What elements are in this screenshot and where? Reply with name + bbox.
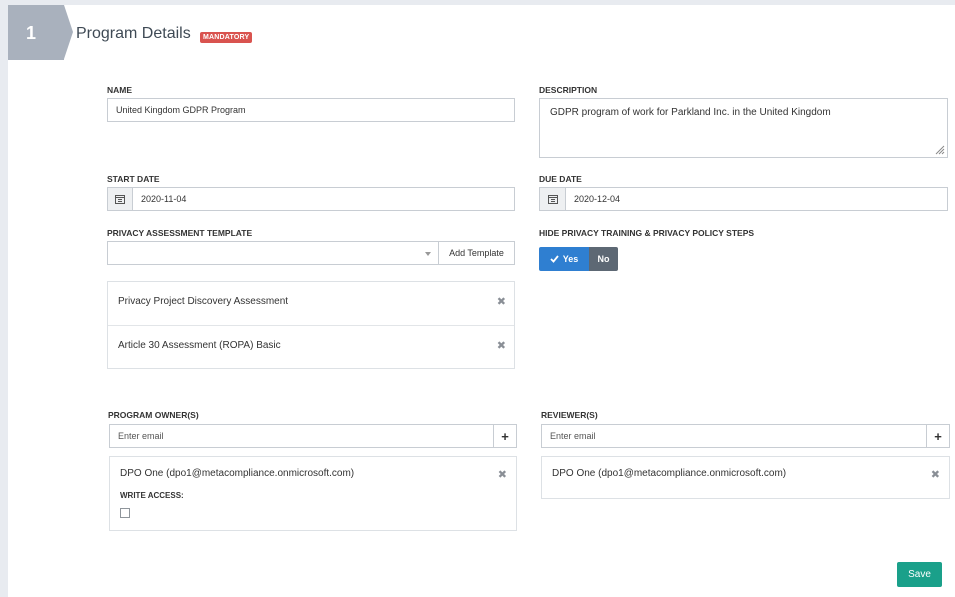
remove-icon[interactable]: ✖: [931, 468, 940, 481]
reviewer-email-input[interactable]: Enter email: [541, 424, 927, 448]
step-indicator: 1: [8, 5, 73, 60]
remove-icon[interactable]: ✖: [497, 295, 506, 308]
start-date-label: START DATE: [107, 174, 160, 184]
description-text: GDPR program of work for Parkland Inc. i…: [550, 107, 831, 118]
owner-email-input[interactable]: Enter email: [109, 424, 494, 448]
name-input[interactable]: United Kingdom GDPR Program: [107, 98, 515, 122]
list-item: Privacy Project Discovery Assessment ✖: [108, 282, 514, 326]
due-date-calendar-button[interactable]: [539, 187, 566, 211]
reviewer-card: DPO One (dpo1@metacompliance.onmicrosoft…: [541, 456, 950, 499]
remove-icon[interactable]: ✖: [497, 339, 506, 352]
toggle-yes-label: Yes: [562, 254, 579, 264]
page-title: Program Details: [76, 25, 191, 42]
program-owners-label: PROGRAM OWNER(S): [108, 410, 199, 420]
write-access-label: WRITE ACCESS:: [120, 491, 184, 500]
template-select[interactable]: [107, 241, 439, 265]
save-button[interactable]: Save: [897, 562, 942, 587]
due-date-input[interactable]: 2020-12-04: [565, 187, 948, 211]
start-date-input[interactable]: 2020-11-04: [132, 187, 515, 211]
remove-icon[interactable]: ✖: [498, 468, 507, 481]
template-list: Privacy Project Discovery Assessment ✖ A…: [107, 281, 515, 369]
chevron-down-icon: [425, 252, 431, 256]
name-label: NAME: [107, 85, 133, 95]
template-label: PRIVACY ASSESSMENT TEMPLATE: [107, 228, 253, 238]
calendar-icon: [115, 195, 125, 204]
template-item-label: Privacy Project Discovery Assessment: [118, 296, 289, 307]
description-label: DESCRIPTION: [539, 85, 598, 95]
step-number: 1: [26, 23, 37, 43]
check-icon: [550, 255, 559, 263]
add-template-button[interactable]: Add Template: [438, 241, 515, 265]
owner-name: DPO One (dpo1@metacompliance.onmicrosoft…: [120, 468, 355, 479]
resize-handle-icon[interactable]: [935, 145, 945, 155]
toggle-no-button[interactable]: No: [589, 247, 618, 271]
write-access-checkbox[interactable]: [120, 508, 130, 518]
toggle-yes-button[interactable]: Yes: [539, 247, 589, 271]
due-date-label: DUE DATE: [539, 174, 582, 184]
add-reviewer-button[interactable]: +: [926, 424, 950, 448]
mandatory-badge: MANDATORY: [200, 32, 253, 43]
start-date-calendar-button[interactable]: [107, 187, 133, 211]
program-details-panel: 1 Program Details MANDATORY NAME United …: [8, 5, 955, 597]
reviewer-name: DPO One (dpo1@metacompliance.onmicrosoft…: [552, 468, 787, 479]
owner-card: DPO One (dpo1@metacompliance.onmicrosoft…: [109, 456, 517, 531]
description-textarea[interactable]: GDPR program of work for Parkland Inc. i…: [539, 98, 948, 158]
reviewers-label: REVIEWER(S): [541, 410, 598, 420]
add-owner-button[interactable]: +: [493, 424, 517, 448]
list-item: Article 30 Assessment (ROPA) Basic ✖: [108, 326, 514, 369]
template-item-label: Article 30 Assessment (ROPA) Basic: [118, 340, 281, 351]
hide-steps-label: HIDE PRIVACY TRAINING & PRIVACY POLICY S…: [539, 228, 755, 238]
calendar-icon: [547, 195, 558, 204]
